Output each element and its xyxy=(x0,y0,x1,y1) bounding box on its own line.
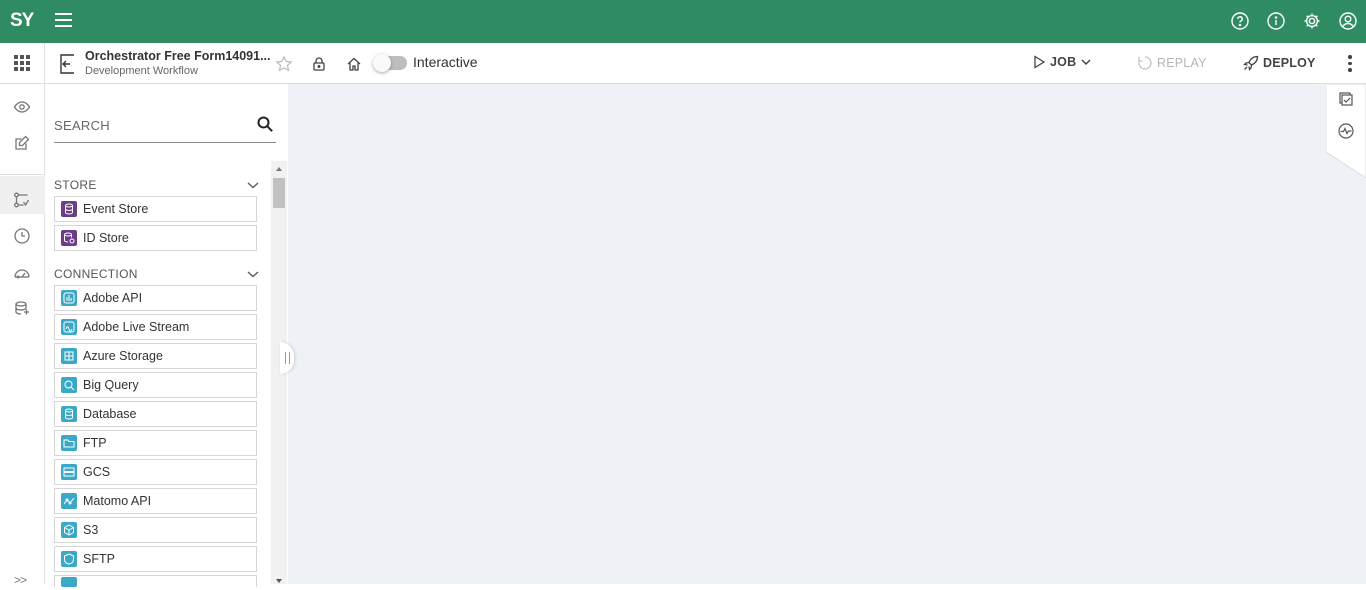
app-logo[interactable]: SY xyxy=(10,10,34,32)
palette-item-label: Big Query xyxy=(83,378,139,392)
star-icon[interactable] xyxy=(275,55,293,73)
palette-item-label: Adobe API xyxy=(83,291,143,305)
adobe-stream-icon xyxy=(61,319,77,335)
component-palette: STORE Event Store ID Store CONNECTION Ad… xyxy=(45,84,288,587)
interactive-toggle-label: Interactive xyxy=(413,54,478,70)
dashboard-icon[interactable] xyxy=(12,263,32,283)
section-title: STORE xyxy=(54,178,97,192)
palette-item-event-store[interactable]: Event Store xyxy=(54,196,257,222)
query-icon xyxy=(61,377,77,393)
clock-icon[interactable] xyxy=(12,226,32,246)
workflow-title-block: Orchestrator Free Form14091... Developme… xyxy=(85,49,271,77)
expand-rail-button[interactable]: >> xyxy=(14,573,27,587)
job-dropdown-button[interactable]: JOB xyxy=(1032,55,1092,69)
right-tool-tab xyxy=(1326,84,1366,178)
eye-icon[interactable] xyxy=(12,97,32,117)
interactive-toggle[interactable] xyxy=(373,54,407,72)
workflow-header: Orchestrator Free Form14091... Developme… xyxy=(45,43,1366,84)
help-icon[interactable] xyxy=(1230,11,1250,31)
left-nav-rail: >> xyxy=(0,43,45,587)
palette-item-label: Event Store xyxy=(83,202,149,216)
replay-button[interactable]: REPLAY xyxy=(1137,55,1207,71)
folder-icon xyxy=(61,435,77,451)
gear-icon[interactable] xyxy=(1302,11,1322,31)
workflow-subtitle: Development Workflow xyxy=(85,65,198,77)
bucket-icon xyxy=(61,522,77,538)
back-icon[interactable] xyxy=(57,53,77,75)
palette-item-big-query[interactable]: Big Query xyxy=(54,372,257,398)
database-icon xyxy=(61,201,77,217)
database-stack-icon[interactable] xyxy=(12,299,32,319)
activity-icon[interactable] xyxy=(1338,123,1354,139)
palette-item-s3[interactable]: S3 xyxy=(54,517,257,543)
scroll-thumb[interactable] xyxy=(273,178,285,208)
workflow-title: Orchestrator Free Form14091... xyxy=(85,49,271,63)
cloud-storage-icon xyxy=(61,464,77,480)
info-icon[interactable] xyxy=(1266,11,1286,31)
top-app-bar: SY xyxy=(0,0,1366,43)
palette-item-adobe-live-stream[interactable]: Adobe Live Stream xyxy=(54,314,257,340)
section-title: CONNECTION xyxy=(54,267,138,281)
edit-icon[interactable] xyxy=(12,133,32,153)
connector-icon xyxy=(61,577,77,587)
palette-item-id-store[interactable]: ID Store xyxy=(54,225,257,251)
palette-item-partial[interactable] xyxy=(54,575,257,587)
workflow-icon[interactable] xyxy=(12,190,32,210)
palette-item-database[interactable]: Database xyxy=(54,401,257,427)
palette-item-label: SFTP xyxy=(83,552,115,566)
palette-item-matomo-api[interactable]: Matomo API xyxy=(54,488,257,514)
analytics-icon xyxy=(61,493,77,509)
database-icon xyxy=(61,406,77,422)
replay-icon xyxy=(1138,56,1152,70)
search-icon[interactable] xyxy=(256,115,274,133)
palette-item-label: FTP xyxy=(83,436,107,450)
job-label: JOB xyxy=(1050,55,1077,69)
section-header-store[interactable]: STORE xyxy=(54,174,259,196)
palette-item-sftp[interactable]: SFTP xyxy=(54,546,257,572)
search-input[interactable] xyxy=(54,110,244,140)
panel-collapse-handle[interactable] xyxy=(280,342,294,374)
palette-item-label: GCS xyxy=(83,465,111,479)
palette-item-ftp[interactable]: FTP xyxy=(54,430,257,456)
palette-item-label: Azure Storage xyxy=(83,349,163,363)
palette-list: STORE Event Store ID Store CONNECTION Ad… xyxy=(54,174,259,590)
palette-item-label: Adobe Live Stream xyxy=(83,320,190,334)
deploy-label: DEPLOY xyxy=(1263,56,1316,70)
chevron-down-icon[interactable] xyxy=(247,269,259,279)
chevron-down-icon[interactable] xyxy=(247,180,259,190)
section-header-connection[interactable]: CONNECTION xyxy=(54,263,259,285)
palette-item-label: S3 xyxy=(83,523,99,537)
workflow-canvas[interactable] xyxy=(280,84,1366,584)
secure-transfer-icon xyxy=(61,551,77,567)
lock-icon[interactable] xyxy=(310,55,328,73)
chevron-down-icon xyxy=(1081,59,1091,66)
palette-item-label: Matomo API xyxy=(83,494,152,508)
scroll-up-arrow-icon[interactable] xyxy=(276,167,282,171)
scroll-down-arrow-icon[interactable] xyxy=(276,579,282,583)
menu-icon[interactable] xyxy=(55,13,72,27)
replay-label: REPLAY xyxy=(1157,56,1207,70)
play-icon xyxy=(1034,55,1046,69)
id-database-icon xyxy=(61,230,77,246)
more-options-icon[interactable] xyxy=(1348,55,1352,75)
palette-item-label: Database xyxy=(83,407,137,421)
account-icon[interactable] xyxy=(1338,11,1358,31)
adobe-icon xyxy=(61,290,77,306)
palette-item-azure-storage[interactable]: Azure Storage xyxy=(54,343,257,369)
palette-item-adobe-api[interactable]: Adobe API xyxy=(54,285,257,311)
rocket-icon xyxy=(1243,55,1259,71)
palette-item-label: ID Store xyxy=(83,231,129,245)
home-icon[interactable] xyxy=(345,55,363,73)
deploy-button[interactable]: DEPLOY xyxy=(1243,55,1316,71)
palette-search xyxy=(54,110,276,143)
checklist-icon[interactable] xyxy=(1338,91,1354,107)
palette-item-gcs[interactable]: GCS xyxy=(54,459,257,485)
grid-storage-icon xyxy=(61,348,77,364)
apps-grid-icon[interactable] xyxy=(12,53,32,73)
